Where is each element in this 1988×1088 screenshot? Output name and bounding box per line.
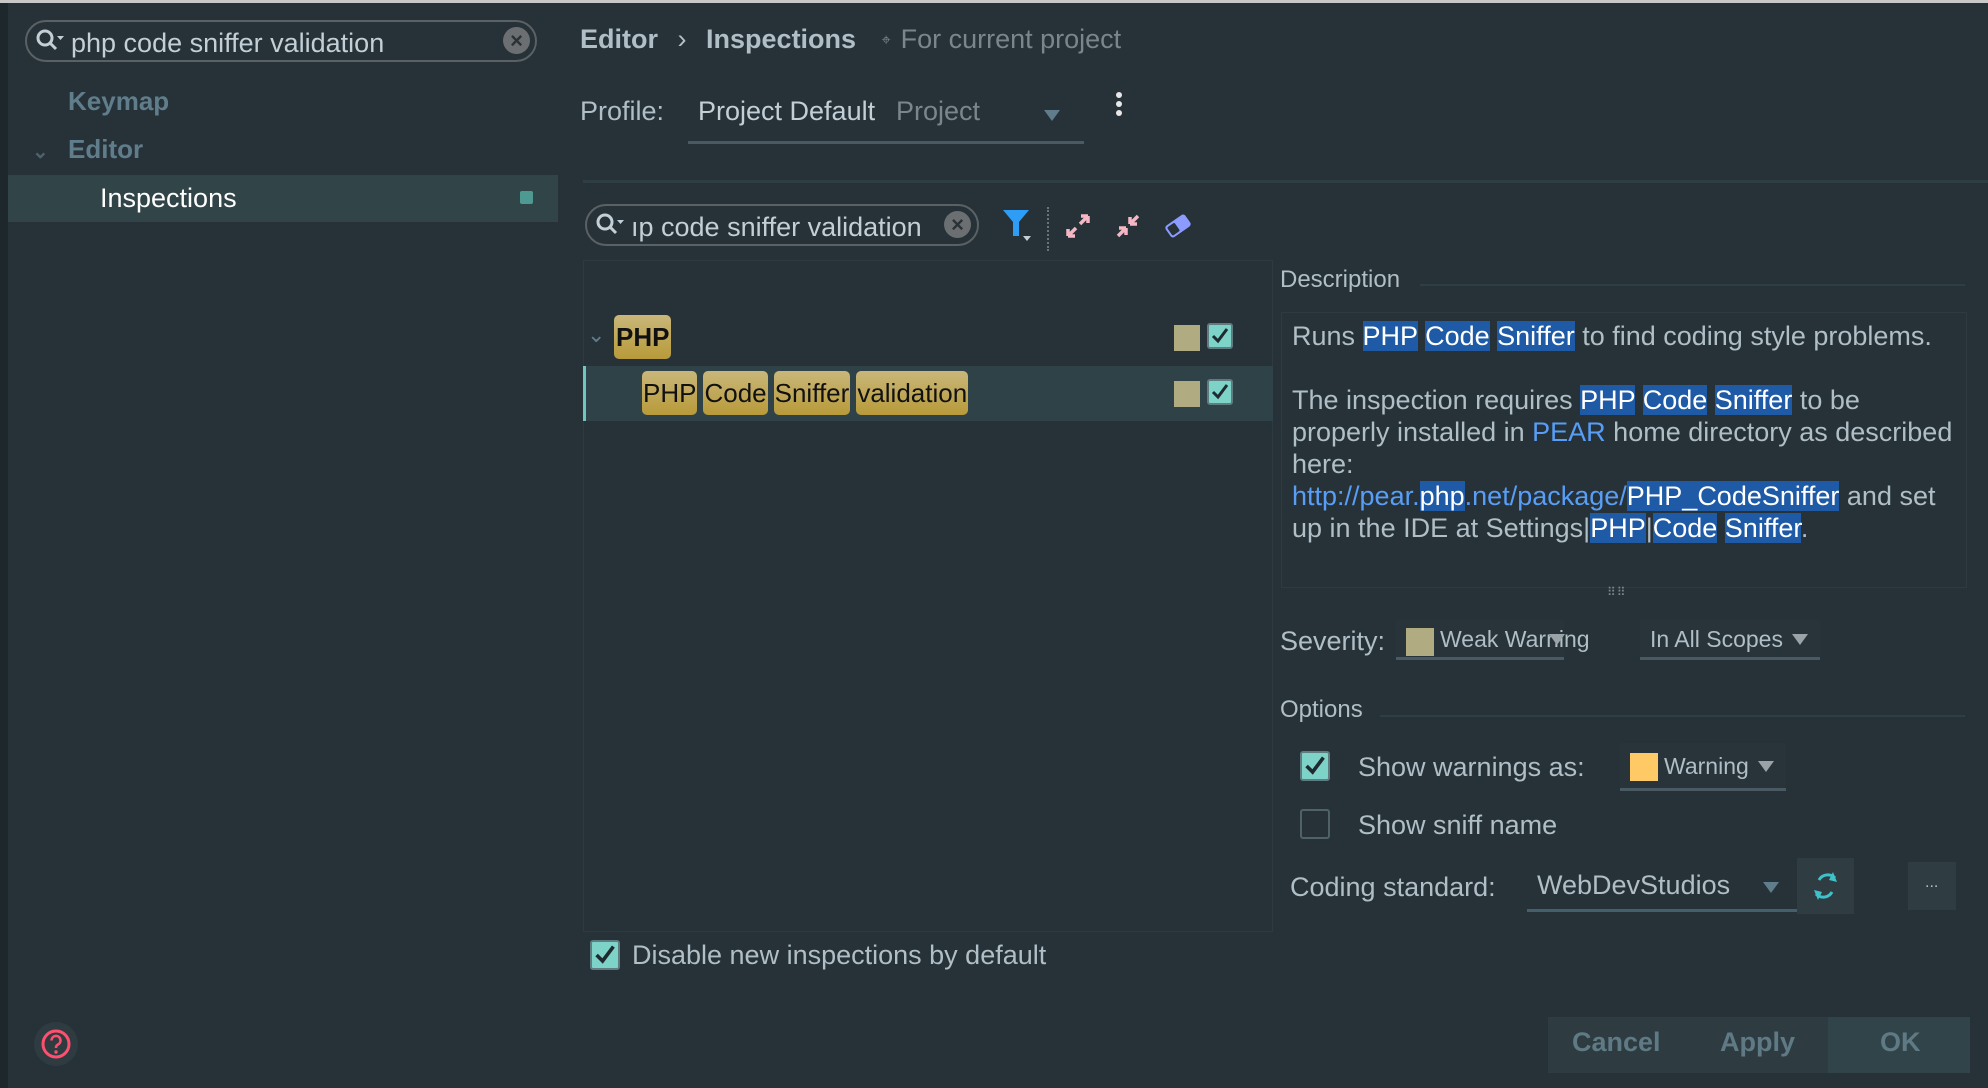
description-title: Description xyxy=(1280,266,1401,293)
disable-new-inspections-label[interactable]: Disable new inspections by default xyxy=(632,940,1046,971)
project-icon: ⌖ xyxy=(881,32,891,49)
description-paragraph: The inspection requires PHP Code Sniffer… xyxy=(1292,385,1953,543)
chevron-down-icon xyxy=(1763,882,1779,893)
label-word: PHP xyxy=(642,371,698,415)
settings-search-input[interactable]: php code sniffer validation × xyxy=(25,20,537,62)
sidebar-item-label: Keymap xyxy=(68,86,170,116)
chevron-down-icon xyxy=(1758,761,1774,772)
label-word: Sniffer xyxy=(773,371,851,415)
settings-sidebar xyxy=(8,3,558,1088)
settings-search-value: php code sniffer validation xyxy=(71,28,385,58)
filter-icon[interactable] xyxy=(1003,210,1035,244)
codesniffer-url-link[interactable]: http://pear.php.net/package/PHP_CodeSnif… xyxy=(1292,481,1840,511)
sidebar-item-inspections[interactable]: Inspections xyxy=(8,175,558,222)
help-icon xyxy=(41,1029,71,1059)
profile-icon xyxy=(520,191,533,204)
collapse-all-icon[interactable] xyxy=(1114,212,1142,240)
label-word: validation xyxy=(856,371,969,415)
chevron-down-icon xyxy=(1044,110,1060,121)
sidebar-item-label: Editor xyxy=(68,134,144,164)
label-word: Code xyxy=(703,371,768,415)
browse-button[interactable]: ... xyxy=(1908,862,1956,910)
coding-standard-value: WebDevStudios xyxy=(1537,870,1731,900)
breadcrumb: Editor › Inspections ⌖ For current projec… xyxy=(580,24,1121,55)
header-divider xyxy=(583,180,1988,183)
severity-label: Severity: xyxy=(1280,626,1386,656)
options-title: Options xyxy=(1280,696,1363,723)
warning-level-value: Warning xyxy=(1664,753,1749,779)
profile-scope: Project xyxy=(896,96,981,126)
clear-search-icon[interactable]: × xyxy=(944,211,971,238)
browse-label: ... xyxy=(1925,874,1939,891)
chevron-down-icon[interactable]: ⌄ xyxy=(32,139,52,164)
group-enabled-checkbox[interactable] xyxy=(1207,323,1233,349)
help-button[interactable] xyxy=(34,1022,78,1066)
ok-label: OK xyxy=(1880,1027,1921,1057)
tree-item-php-code-sniffer-validation[interactable]: PHP Code Sniffer validation xyxy=(583,366,1273,421)
show-warnings-as-label: Show warnings as: xyxy=(1358,752,1585,782)
severity-swatch xyxy=(1174,381,1200,407)
profile-dropdown[interactable]: Project Default Project xyxy=(688,92,1084,144)
tree-group-label: PHP xyxy=(614,315,672,359)
chevron-down-icon[interactable]: ⌄ xyxy=(587,322,605,348)
apply-button[interactable]: Apply xyxy=(1720,1027,1795,1058)
profile-label: Profile: xyxy=(580,96,665,126)
warning-level-dropdown[interactable]: Warning xyxy=(1620,743,1786,791)
expand-all-icon[interactable] xyxy=(1064,212,1092,240)
description-divider xyxy=(1420,284,1965,286)
refresh-icon xyxy=(1814,872,1837,900)
scope-note: ⌖ For current project xyxy=(882,24,1122,54)
coding-standard-dropdown[interactable]: WebDevStudios xyxy=(1527,858,1797,912)
show-sniff-name-checkbox[interactable] xyxy=(1300,809,1330,839)
clear-search-icon[interactable]: × xyxy=(503,27,530,54)
scope-dropdown[interactable]: In All Scopes xyxy=(1640,620,1820,660)
breadcrumb-separator: › xyxy=(677,24,687,54)
cancel-button[interactable]: Cancel xyxy=(1572,1027,1661,1058)
dialog-buttons: Cancel Apply OK xyxy=(1548,1017,1970,1073)
disable-new-inspections-checkbox[interactable] xyxy=(590,940,620,970)
toolbar-separator xyxy=(1047,207,1051,251)
search-icon xyxy=(596,213,624,235)
resize-grip[interactable]: ⠿⠿ xyxy=(1607,585,1627,599)
description-text: Runs PHP Code Sniffer to find coding sty… xyxy=(1292,320,1962,576)
sidebar-item-editor[interactable]: ⌄ Editor xyxy=(32,134,143,165)
search-icon xyxy=(36,29,64,51)
inspection-search-value: ıp code sniffer validation xyxy=(631,212,922,242)
scope-note-text: For current project xyxy=(900,24,1122,54)
breadcrumb-current: Inspections xyxy=(706,24,857,54)
severity-value: Weak Warning xyxy=(1440,626,1590,652)
chevron-down-icon xyxy=(1549,634,1565,645)
sidebar-item-label: Inspections xyxy=(100,183,237,213)
more-options-icon[interactable] xyxy=(1116,92,1124,116)
inspection-search-input[interactable]: ıp code sniffer validation × xyxy=(585,204,979,246)
tree-group-php[interactable]: PHP xyxy=(614,315,677,359)
warning-swatch xyxy=(1630,753,1658,781)
pear-link[interactable]: PEAR xyxy=(1532,417,1606,447)
chevron-down-icon xyxy=(1792,634,1808,645)
description-paragraph: Runs PHP Code Sniffer to find coding sty… xyxy=(1292,321,1932,351)
scope-value: In All Scopes xyxy=(1650,626,1783,652)
show-sniff-name-label: Show sniff name xyxy=(1358,810,1558,840)
show-warnings-as-checkbox[interactable] xyxy=(1300,751,1330,781)
coding-standard-label: Coding standard: xyxy=(1290,872,1496,902)
breadcrumb-parent[interactable]: Editor xyxy=(580,24,658,54)
severity-swatch xyxy=(1174,325,1200,351)
reset-eraser-icon[interactable] xyxy=(1163,212,1193,240)
severity-dropdown[interactable]: Weak Warning xyxy=(1396,620,1590,660)
sidebar-item-keymap[interactable]: Keymap xyxy=(68,86,169,117)
item-enabled-checkbox[interactable] xyxy=(1207,379,1233,405)
profile-value: Project Default xyxy=(698,96,876,126)
severity-swatch xyxy=(1406,628,1434,656)
tree-item-label: PHP Code Sniffer validation xyxy=(642,371,974,415)
refresh-standards-button[interactable] xyxy=(1797,858,1854,914)
window-left-edge xyxy=(0,3,8,1088)
ok-button[interactable]: OK xyxy=(1828,1017,1970,1073)
options-divider xyxy=(1380,715,1965,717)
inspection-tree xyxy=(583,260,1273,932)
